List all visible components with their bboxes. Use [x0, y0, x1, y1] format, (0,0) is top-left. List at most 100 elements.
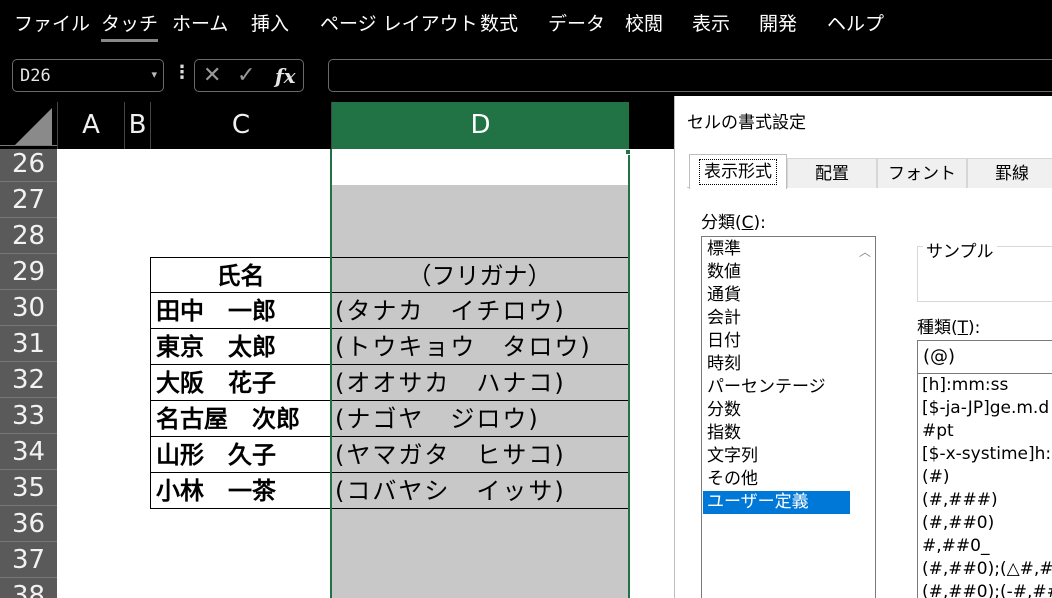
menu-insert[interactable]: 挿入 [251, 12, 289, 36]
name-box-value: D26 [20, 66, 51, 86]
table-row-name[interactable]: 大阪 花子 [150, 365, 331, 401]
row-header[interactable]: 31 [0, 325, 57, 361]
chevron-down-icon[interactable]: ▾ [151, 68, 157, 81]
list-item[interactable]: [h]:mm:ss [922, 374, 1008, 397]
row-header[interactable]: 32 [0, 361, 57, 397]
fill-handle[interactable] [625, 149, 631, 155]
select-all-button[interactable] [0, 102, 57, 149]
tab-number[interactable]: 表示形式 [689, 154, 787, 189]
list-item[interactable]: #,##0_ [922, 535, 989, 558]
table-row-name[interactable]: 田中 一郎 [150, 293, 331, 329]
formula-buttons: ✕ ✓ fx [194, 59, 304, 92]
format-cells-dialog: セルの書式設定 表示形式 配置 フォント 罫線 分類(C): 標準 数値 通貨 … [674, 96, 1052, 598]
row-header[interactable]: 38 [0, 577, 57, 598]
category-scrollbar[interactable]: ︿ [851, 237, 875, 598]
sample-label: サンプル [923, 237, 997, 262]
more-options-icon[interactable]: ⋮ [173, 62, 191, 83]
list-item[interactable]: (#) [922, 466, 950, 489]
table-row-kana[interactable]: (タナカ イチロウ) [331, 293, 629, 329]
list-item[interactable]: [$-ja-JP]ge.m.d [922, 397, 1049, 420]
menu-data[interactable]: データ [548, 12, 605, 36]
dialog-tabs: 表示形式 配置 フォント 罫線 [687, 154, 1052, 189]
list-item[interactable]: #pt [922, 420, 954, 443]
table-row-name[interactable]: 東京 太郎 [150, 329, 331, 365]
row-header[interactable]: 30 [0, 289, 57, 325]
menu-developer[interactable]: 開発 [759, 12, 797, 36]
list-item[interactable]: 数値 [703, 261, 875, 284]
table-row-name[interactable]: 山形 久子 [150, 437, 331, 473]
row-header[interactable]: 34 [0, 433, 57, 469]
tab-font[interactable]: フォント [877, 158, 967, 188]
table-header-name[interactable]: 氏名 [150, 257, 331, 293]
list-item[interactable]: (#,##0);(-#,##0) [922, 581, 1052, 598]
list-item[interactable]: (#,##0);(△#,##0) [922, 558, 1052, 581]
type-label: 種類(T): [917, 318, 981, 338]
column-header-b[interactable]: B [124, 102, 150, 149]
menu-file[interactable]: ファイル [14, 12, 90, 36]
list-item[interactable]: 文字列 [703, 445, 875, 468]
selection-border [330, 149, 332, 598]
row-header[interactable]: 29 [0, 253, 57, 289]
select-all-icon [14, 108, 52, 146]
row-header[interactable]: 27 [0, 181, 57, 217]
list-item[interactable]: その他 [703, 468, 875, 491]
menu-view[interactable]: 表示 [692, 12, 730, 36]
row-header[interactable]: 37 [0, 541, 57, 577]
table-row-name[interactable]: 小林 一茶 [150, 473, 331, 509]
list-item[interactable]: 指数 [703, 422, 875, 445]
menu-touch[interactable]: タッチ [101, 12, 159, 42]
table-row-kana[interactable]: (ナゴヤ ジロウ) [331, 401, 629, 437]
column-header-d[interactable]: D [331, 102, 629, 149]
formula-input[interactable] [328, 59, 1052, 92]
type-input[interactable]: (@) [917, 340, 1052, 374]
tab-border[interactable]: 罫線 [967, 158, 1052, 188]
list-item[interactable]: (#,##0) [922, 512, 994, 535]
list-item[interactable]: 標準 [703, 238, 875, 261]
name-box[interactable]: D26 ▾ [12, 59, 164, 92]
list-item[interactable]: 日付 [703, 330, 875, 353]
table-header-kana[interactable]: （フリガナ） [331, 257, 629, 293]
row-header[interactable]: 26 [0, 145, 57, 181]
list-item-selected[interactable]: ユーザー定義 [703, 491, 850, 514]
chevron-up-icon[interactable]: ︿ [859, 243, 871, 260]
list-item[interactable]: 時刻 [703, 353, 875, 376]
row-header[interactable]: 33 [0, 397, 57, 433]
column-header-a[interactable]: A [57, 102, 124, 149]
menu-page-layout[interactable]: ページ レイアウト [320, 12, 478, 36]
category-label: 分類(C): [701, 213, 766, 233]
row-header[interactable]: 28 [0, 217, 57, 253]
formula-bar: D26 ▾ ⋮ ✕ ✓ fx [0, 50, 1052, 102]
enter-icon[interactable]: ✓ [237, 63, 255, 89]
row-header[interactable]: 35 [0, 469, 57, 505]
active-cell-d26[interactable] [331, 149, 629, 185]
list-item[interactable]: 通貨 [703, 284, 875, 307]
table-row-kana[interactable]: (オオサカ ハナコ) [331, 365, 629, 401]
list-item[interactable]: パーセンテージ [703, 376, 875, 399]
dialog-title: セルの書式設定 [687, 113, 806, 133]
list-item[interactable]: 会計 [703, 307, 875, 330]
menu-home[interactable]: ホーム [172, 12, 228, 36]
row-headers: 26 27 28 29 30 31 32 33 34 35 36 37 38 [0, 145, 57, 598]
column-headers: A B C D [0, 102, 680, 149]
list-item[interactable]: 分数 [703, 399, 875, 422]
ribbon-menu-bar: ファイル タッチ ホーム 挿入 ページ レイアウト 数式 データ 校閲 表示 開… [0, 0, 1052, 50]
list-item[interactable]: [$-x-systime]h: [922, 443, 1051, 466]
menu-help[interactable]: ヘルプ [827, 12, 884, 36]
worksheet-grid[interactable]: 氏名 （フリガナ） 田中 一郎 (タナカ イチロウ) 東京 太郎 (トウキョウ … [57, 149, 680, 598]
tab-label: 表示形式 [699, 159, 777, 185]
table-row-kana[interactable]: (トウキョウ タロウ) [331, 329, 629, 365]
category-list[interactable]: 標準 数値 通貨 会計 日付 時刻 パーセンテージ 分数 指数 文字列 その他 … [701, 236, 876, 598]
insert-function-icon[interactable]: fx [275, 63, 296, 89]
menu-formulas[interactable]: 数式 [480, 12, 518, 36]
table-row-name[interactable]: 名古屋 次郎 [150, 401, 331, 437]
menu-review[interactable]: 校閲 [625, 12, 663, 36]
selection-border [628, 149, 630, 598]
list-item[interactable]: (#,###) [922, 489, 998, 512]
row-header[interactable]: 36 [0, 505, 57, 541]
tab-alignment[interactable]: 配置 [787, 158, 877, 188]
column-header-c[interactable]: C [150, 102, 331, 149]
table-row-kana[interactable]: (コバヤシ イッサ) [331, 473, 629, 509]
format-list[interactable]: [h]:mm:ss [$-ja-JP]ge.m.d #pt [$-x-systi… [917, 373, 1052, 598]
cancel-icon[interactable]: ✕ [203, 63, 221, 89]
table-row-kana[interactable]: (ヤマガタ ヒサコ) [331, 437, 629, 473]
